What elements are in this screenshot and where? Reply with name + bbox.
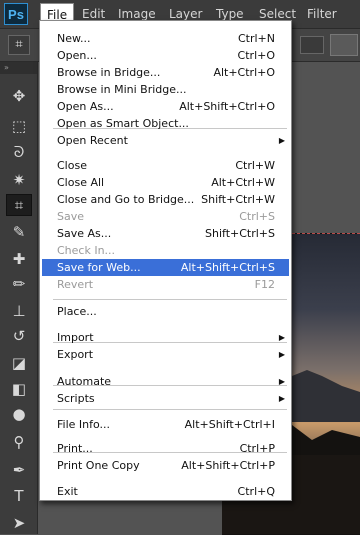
menu-separator xyxy=(53,409,287,410)
menu-item-label: New... xyxy=(57,32,91,45)
marquee-tool-icon[interactable]: ⬚ xyxy=(6,115,32,137)
rotate-icon[interactable] xyxy=(300,36,324,54)
paint-bucket-tool-icon[interactable]: ◧ xyxy=(6,378,32,400)
menu-item-close-all[interactable]: Close All Alt+Ctrl+W xyxy=(42,174,289,191)
submenu-arrow-icon: ▶ xyxy=(278,394,285,403)
menu-item-save-as[interactable]: Save As... Shift+Ctrl+S xyxy=(42,225,289,242)
menu-item-check-in[interactable]: Check In... xyxy=(42,242,289,259)
collapse-panel-icon[interactable]: » xyxy=(0,62,37,74)
menu-item-print-one-copy[interactable]: Print One Copy Alt+Shift+Ctrl+P xyxy=(42,457,289,474)
menu-item-open[interactable]: Open... Ctrl+O xyxy=(42,47,289,64)
menu-item-shortcut: F12 xyxy=(254,278,275,291)
menu-item-open-as[interactable]: Open As... Alt+Shift+Ctrl+O xyxy=(42,98,289,115)
menu-item-label: Close All xyxy=(57,176,105,189)
menu-item-close[interactable]: Close Ctrl+W xyxy=(42,157,289,174)
magic-wand-tool-icon[interactable]: ✷ xyxy=(6,169,32,191)
menu-item-browse-in-mini-bridge[interactable]: Browse in Mini Bridge... xyxy=(42,81,289,98)
menu-item-label: Open As... xyxy=(57,100,114,113)
file-menu-dropdown: New... Ctrl+N Open... Ctrl+O Browse in Bridg… xyxy=(39,20,292,501)
menu-item-shortcut: Shift+Ctrl+W xyxy=(201,193,275,206)
menu-item-label: Save xyxy=(57,210,85,223)
menu-item-label: Print... xyxy=(57,442,93,455)
crop-icon[interactable]: ⌗ xyxy=(8,35,30,55)
menu-item-label: Save As... xyxy=(57,227,112,240)
menu-item-save-for-web[interactable]: Save for Web... Alt+Shift+Ctrl+S xyxy=(42,259,289,276)
menu-item-label: Exit xyxy=(57,485,78,498)
menu-item-print[interactable]: Print... Ctrl+P xyxy=(42,440,289,457)
menu-item-export[interactable]: Export ▶ xyxy=(42,346,289,363)
brush-tool-icon[interactable]: ✏ xyxy=(6,273,32,295)
menu-item-place[interactable]: Place... xyxy=(42,303,289,320)
menu-item-label: Close xyxy=(57,159,87,172)
menu-item-label: Save for Web... xyxy=(57,261,141,274)
history-brush-tool-icon[interactable]: ↺ xyxy=(6,325,32,347)
menu-item-label: Place... xyxy=(57,305,97,318)
blur-tool-icon[interactable]: ● xyxy=(6,403,32,425)
menu-item-shortcut: Ctrl+P xyxy=(239,442,275,455)
tools-panel: » ✥ ⬚ ᘐ ✷ ⌗ ✎ ✚ ✏ ⊥ ↺ ◪ ◧ ● ⚲ ✒ T ➤ xyxy=(0,62,38,534)
healing-brush-tool-icon[interactable]: ✚ xyxy=(6,248,32,270)
submenu-arrow-icon: ▶ xyxy=(278,136,285,145)
menu-item-label: Export xyxy=(57,348,94,361)
menu-item-shortcut: Alt+Ctrl+W xyxy=(211,176,275,189)
menu-item-revert[interactable]: Revert F12 xyxy=(42,276,289,293)
menu-item-scripts[interactable]: Scripts ▶ xyxy=(42,390,289,407)
menu-filter[interactable]: Filter xyxy=(301,0,343,28)
menu-item-save[interactable]: Save Ctrl+S xyxy=(42,208,289,225)
menu-item-shortcut: Alt+Shift+Ctrl+P xyxy=(181,459,275,472)
menu-item-shortcut: Shift+Ctrl+S xyxy=(205,227,275,240)
menu-item-shortcut: Ctrl+S xyxy=(239,210,275,223)
menu-item-shortcut: Ctrl+W xyxy=(235,159,275,172)
menu-item-shortcut: Alt+Shift+Ctrl+I xyxy=(184,418,275,431)
eyedropper-tool-icon[interactable]: ✎ xyxy=(6,221,32,243)
photoshop-logo: Ps xyxy=(4,3,28,25)
menu-item-close-and-go-to-bridge[interactable]: Close and Go to Bridge... Shift+Ctrl+W xyxy=(42,191,289,208)
options-field[interactable] xyxy=(330,34,358,56)
submenu-arrow-icon: ▶ xyxy=(278,333,285,342)
move-tool-icon[interactable]: ✥ xyxy=(6,85,32,107)
menu-item-shortcut: Alt+Shift+Ctrl+S xyxy=(180,261,275,274)
menu-item-label: Close and Go to Bridge... xyxy=(57,193,195,206)
menu-item-exit[interactable]: Exit Ctrl+Q xyxy=(42,483,289,500)
eraser-tool-icon[interactable]: ◪ xyxy=(6,352,32,374)
lasso-tool-icon[interactable]: ᘐ xyxy=(6,141,32,163)
menu-item-label: Print One Copy xyxy=(57,459,140,472)
menu-item-file-info[interactable]: File Info... Alt+Shift+Ctrl+I xyxy=(42,416,289,433)
menu-item-shortcut: Alt+Ctrl+O xyxy=(213,66,275,79)
menu-item-label: Revert xyxy=(57,278,94,291)
menu-item-open-recent[interactable]: Open Recent ▶ xyxy=(42,132,289,149)
menu-item-label: Open... xyxy=(57,49,97,62)
menu-item-label: Import xyxy=(57,331,94,344)
menu-item-import[interactable]: Import ▶ xyxy=(42,329,289,346)
menu-item-label: Open as Smart Object... xyxy=(57,117,189,130)
menu-item-label: File Info... xyxy=(57,418,111,431)
menu-item-label: Browse in Mini Bridge... xyxy=(57,83,187,96)
menu-item-shortcut: Alt+Shift+Ctrl+O xyxy=(179,100,275,113)
menu-item-label: Automate xyxy=(57,375,112,388)
menu-item-new[interactable]: New... Ctrl+N xyxy=(42,30,289,47)
menu-item-shortcut: Ctrl+Q xyxy=(237,485,275,498)
menu-item-label: Browse in Bridge... xyxy=(57,66,161,79)
clone-stamp-tool-icon[interactable]: ⊥ xyxy=(6,300,32,322)
menu-item-browse-in-bridge[interactable]: Browse in Bridge... Alt+Ctrl+O xyxy=(42,64,289,81)
crop-tool-icon[interactable]: ⌗ xyxy=(6,194,32,216)
menu-separator xyxy=(53,299,287,300)
submenu-arrow-icon: ▶ xyxy=(278,350,285,359)
dodge-tool-icon[interactable]: ⚲ xyxy=(6,431,32,453)
path-selection-tool-icon[interactable]: ➤ xyxy=(6,512,32,534)
pen-tool-icon[interactable]: ✒ xyxy=(6,459,32,481)
menu-item-label: Check In... xyxy=(57,244,116,257)
menu-item-shortcut: Ctrl+O xyxy=(237,49,275,62)
menu-item-open-as-smart-object[interactable]: Open as Smart Object... xyxy=(42,115,289,132)
menu-item-label: Scripts xyxy=(57,392,95,405)
menu-item-shortcut: Ctrl+N xyxy=(237,32,275,45)
menu-item-label: Open Recent xyxy=(57,134,128,147)
submenu-arrow-icon: ▶ xyxy=(278,377,285,386)
menu-item-automate[interactable]: Automate ▶ xyxy=(42,373,289,390)
type-tool-icon[interactable]: T xyxy=(6,485,32,507)
